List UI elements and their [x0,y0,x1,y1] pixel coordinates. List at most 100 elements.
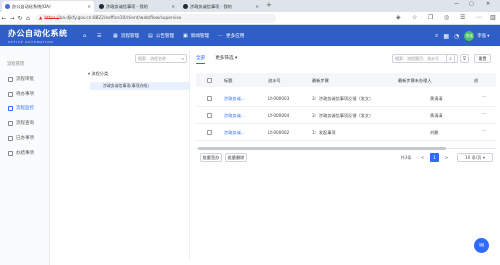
row-serial: LY-000003 [268,96,290,101]
chat-icon: ✉ [478,242,485,249]
row-checkbox[interactable] [207,96,212,101]
sidebar-item-label: 办结事项 [16,151,34,156]
search-icon[interactable]: ⌕ [182,56,184,61]
scrollbar-thumb[interactable] [198,147,446,150]
next-page-button[interactable]: > [442,153,451,162]
app-logo[interactable]: 办公自动化系统 OFFICE AUTOMATION [8,28,68,44]
more-icon[interactable]: ⋯ [482,128,487,134]
browser-tab-active[interactable]: 办公自动化系统(OA) ✕ [2,1,94,12]
more-icon[interactable]: ⋯ [482,111,487,117]
sidebar-item-monitor[interactable]: 流程监控 [8,105,34,111]
browser-tab-label: 涉政务诚信事项 - 我的 [106,3,148,9]
tree-search-placeholder: 搜索：流程名称 [138,55,166,61]
close-window-button[interactable]: ✕ [486,1,490,7]
favorites-icon[interactable]: ☰ [460,14,465,21]
row-checkbox[interactable] [207,130,212,135]
nav-home[interactable]: ⌂ [83,33,89,39]
grid-icon[interactable]: ▦ [443,33,449,40]
search-icon: ⌕ [449,55,452,62]
chat-button[interactable]: ✉ [474,238,489,253]
sidebar-toggle-icon[interactable]: ▥ [490,14,496,21]
nav-more-apps[interactable]: ⋯ 更多应用 [218,33,244,39]
filter-icon: ⊽ [462,55,467,62]
close-icon[interactable]: ✕ [169,4,175,9]
nav-news-manage[interactable]: ▣ 新闻管理 [183,33,209,39]
column-header-serial[interactable]: 流水号 [268,78,281,84]
back-icon[interactable]: ← [0,15,8,22]
header-tools: ⌕ ▦ ◔ 李强 李强 ▾ [435,31,489,41]
row-checkbox[interactable] [207,113,212,118]
tree-search-input[interactable]: 搜索：流程名称 ⌕ [135,54,187,63]
tree-child-node[interactable]: 涉政务诚信事项(事项办结) [103,83,149,89]
profile-icon[interactable]: ◎ [444,14,449,21]
search-button[interactable]: ⌕ [446,54,455,63]
column-header-step[interactable]: 最新步骤 [312,78,329,84]
shield-icon[interactable]: ◈ [396,14,401,21]
row-title[interactable]: 涉政务诚... [224,113,245,119]
nav-label: 更多应用 [226,34,245,39]
url-input[interactable]: ▲ https:// oa.djkfy.gov.cn:8822/eoffice1… [36,13,276,23]
batch-delete-button[interactable]: 批量删除 [225,153,247,162]
column-header-created[interactable]: 创 [474,78,478,84]
app-favicon-icon [5,4,10,9]
nav-notice-manage[interactable]: ▤ 公告管理 [148,33,174,39]
maximize-button[interactable]: ▢ [469,1,474,7]
nav-menu[interactable]: ☰ [97,33,104,39]
tree-root-node[interactable]: ▾ 流程分类 [88,71,108,77]
prev-page-button[interactable]: < [418,153,427,162]
nav-flow-manage[interactable]: ▦ 流程管理 [113,33,139,39]
sidebar-item-todo[interactable]: 待办事项 [8,91,34,97]
new-tab-button[interactable]: + [266,1,272,9]
tab-more-filter[interactable]: 更多筛选 ▾ [215,55,237,64]
search-icon[interactable]: ⌕ [435,32,438,40]
row-step: 1：发起事项 [312,130,336,135]
bell-icon[interactable]: ◔ [454,33,459,40]
avatar[interactable]: 李强 [464,31,475,41]
sidebar-item-approval[interactable]: 流程审批 [8,76,34,82]
finished-icon [8,150,13,156]
horizontal-scrollbar[interactable] [196,147,496,150]
sidebar-item-label: 待办事项 [16,92,34,97]
browser-tab-label: 办公自动化系统(OA) [12,3,51,9]
minimize-button[interactable]: — [454,1,459,7]
browser-tab[interactable]: 涉政务诚信事项 - 我的 ✕ [96,1,178,12]
close-icon[interactable]: ✕ [253,4,259,9]
forward-icon[interactable]: → [8,15,16,22]
batch-sign-button[interactable]: 批量签办 [200,153,222,162]
more-icon[interactable]: ⋯ [482,94,487,100]
current-page[interactable]: 1 [430,153,439,162]
page-size-select[interactable]: 10 条/页 ▾ [457,153,493,162]
filter-button[interactable]: ⊽ [460,54,469,63]
column-header-pending[interactable]: 最新步骤未办理人 [398,78,432,84]
star-icon[interactable]: ☆ [412,14,417,21]
row-title[interactable]: 涉政务诚... [224,130,245,136]
tab-all[interactable]: 全部 [196,55,206,64]
select-all-checkbox[interactable] [207,78,212,83]
collections-icon[interactable]: ❒ [428,14,433,21]
sidebar-item-finished[interactable]: 办结事项 [8,150,34,156]
sidebar-item-done[interactable]: 已办事项 [8,135,34,141]
browser-tab[interactable]: 涉政务诚信事项 - 我的 ✕ [180,1,262,12]
flow-icon: ▦ [113,33,118,39]
settings-icon[interactable]: ⋯ [476,14,482,21]
approval-icon [8,76,13,82]
more-icon: ⋯ [218,33,223,39]
row-step: 3：涉政务诚信事项反馈（发文） [312,113,374,118]
sidebar-item-query[interactable]: 流程查询 [8,120,34,126]
home-icon[interactable]: ⌂ [24,15,32,22]
sidebar-item-label: 已办事项 [16,136,34,141]
close-icon[interactable]: ✕ [85,4,91,9]
sidebar-item-label: 流程监控 [16,106,34,111]
column-header-title[interactable]: 标题 [224,78,232,84]
github-favicon-icon [99,4,104,9]
query-icon [8,120,13,126]
table-header [196,73,496,87]
monitor-icon [8,105,13,111]
done-icon [8,135,13,141]
row-title[interactable]: 涉政务诚... [224,96,245,102]
sidebar-section-title: 流程管理 [7,62,25,67]
todo-icon [8,91,13,97]
reset-button[interactable]: 重置 [474,54,491,63]
user-name[interactable]: 李强 ▾ [477,33,489,39]
reload-icon[interactable]: ↻ [16,15,24,22]
